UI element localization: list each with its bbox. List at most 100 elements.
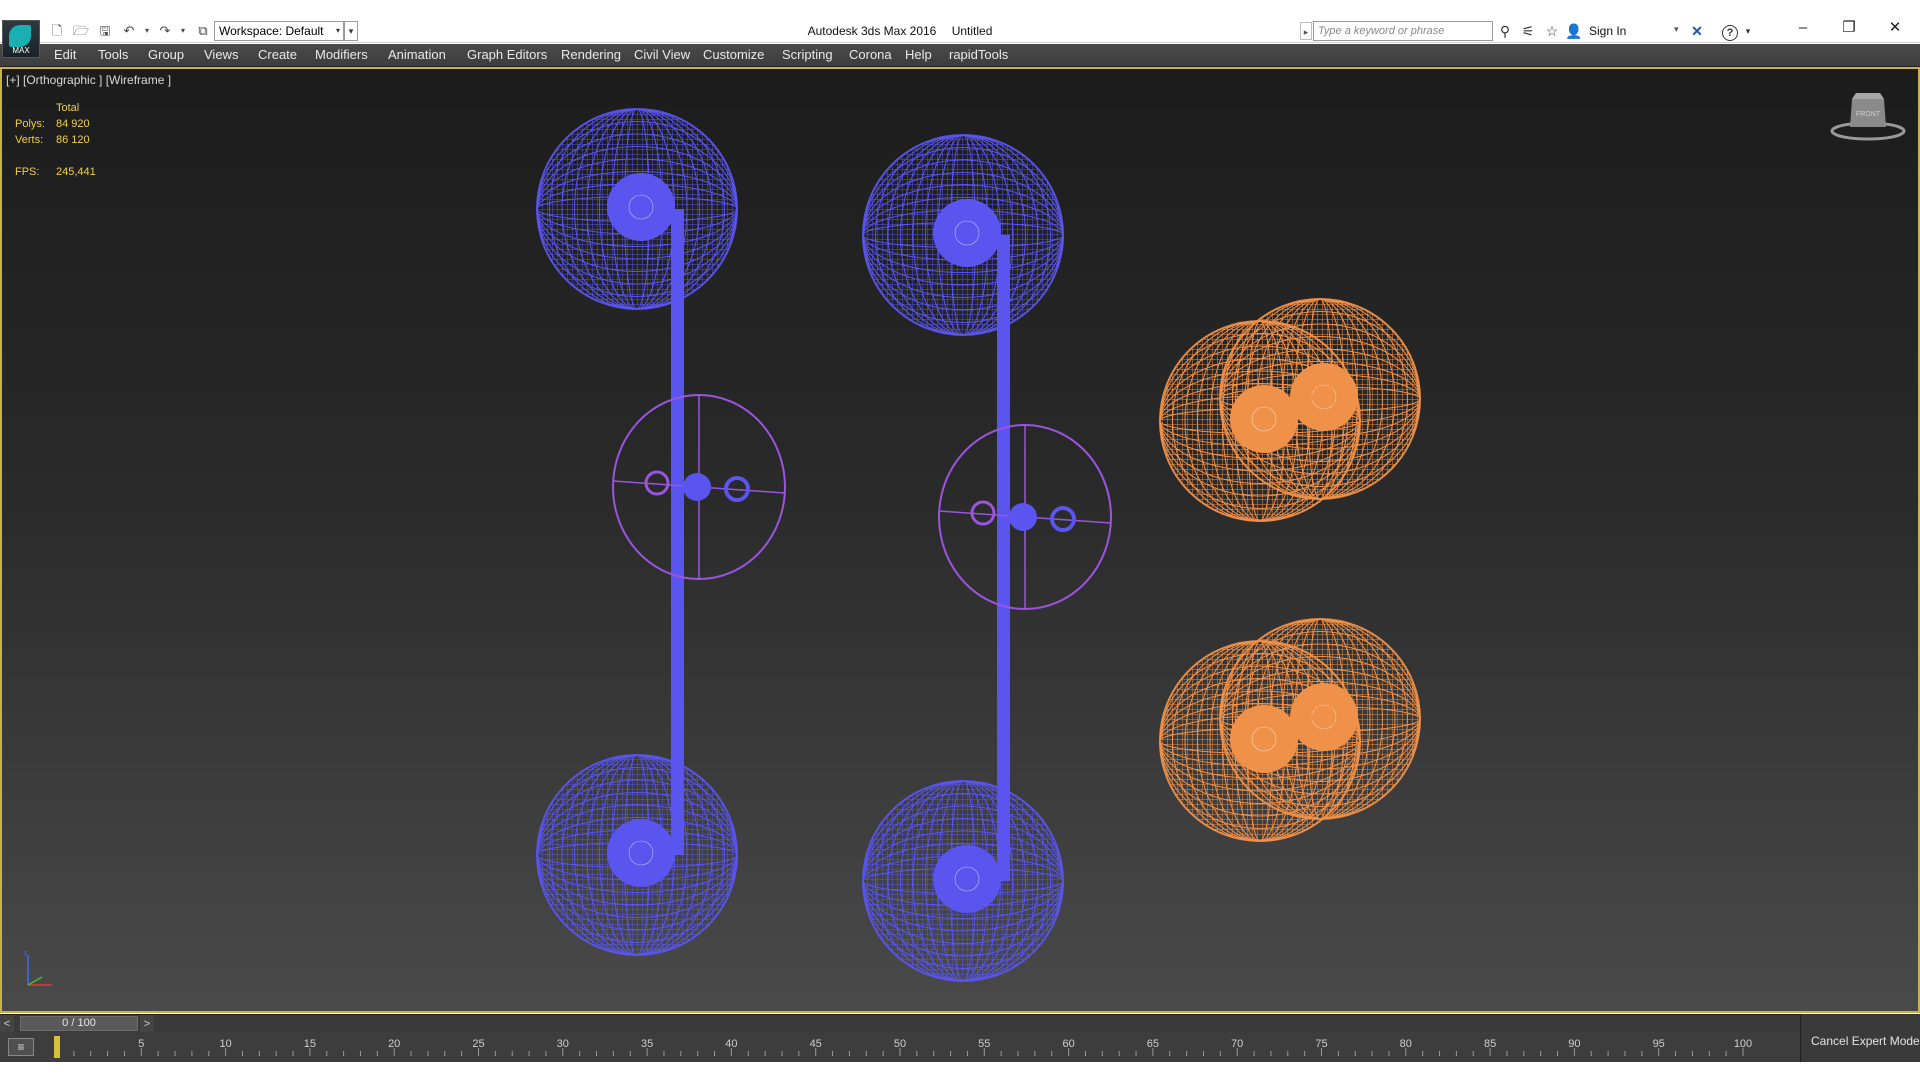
viewcube-face-label: FRONT <box>1856 111 1881 118</box>
frame-tick-label: 80 <box>1400 1038 1412 1050</box>
help-icon-glyph: ? <box>1722 25 1738 41</box>
exchange-x-icon[interactable]: ✕ <box>1687 21 1707 41</box>
restore-button[interactable]: ❐ <box>1826 14 1872 42</box>
stats-fps-label: FPS: <box>15 166 40 178</box>
menu-views[interactable]: Views <box>204 47 238 62</box>
close-button[interactable]: ✕ <box>1872 14 1918 42</box>
frame-tick-label: 100 <box>1734 1038 1752 1050</box>
save-icon[interactable]: 🖫 <box>96 22 114 40</box>
viewport-label-menu[interactable]: [+] [Orthographic ] [Wireframe ] <box>6 73 171 87</box>
stats-polys-value: 84 920 <box>56 118 90 130</box>
orthographic-viewport[interactable]: [+] [Orthographic ] [Wireframe ] Total P… <box>0 67 1920 1013</box>
search-input[interactable]: Type a keyword or phrase <box>1313 21 1493 41</box>
binoculars-icon[interactable]: ⚲ <box>1495 21 1515 41</box>
undo-dropdown-icon[interactable]: ▾ <box>138 22 156 40</box>
logo-label: MAX <box>12 46 30 55</box>
frame-tick-label: 95 <box>1653 1038 1665 1050</box>
favorites-star-icon[interactable]: ☆ <box>1542 21 1562 41</box>
frame-tick-label: 15 <box>304 1038 316 1050</box>
menu-help[interactable]: Help <box>905 47 932 62</box>
minimize-button[interactable]: – <box>1780 14 1826 42</box>
frame-tick-label: 65 <box>1147 1038 1159 1050</box>
frame-tick-label: 60 <box>1062 1038 1074 1050</box>
scene-wireframe[interactable] <box>2 69 1918 1011</box>
comm-center-icon[interactable]: ⚟ <box>1518 21 1538 41</box>
max-logo-icon <box>9 25 31 47</box>
menu-bar: Edit Tools Group Views Create Modifiers … <box>0 44 1920 67</box>
track-bar-ruler[interactable]: 0510152025303540455055606570758085909510… <box>0 1032 1800 1062</box>
blue-sphere-top-2[interactable] <box>862 134 1064 336</box>
window-title: Autodesk 3ds Max 2016 Untitled <box>700 24 1100 38</box>
menu-group[interactable]: Group <box>148 47 184 62</box>
undo-icon[interactable]: ↶ <box>120 22 138 40</box>
stats-verts-value: 86 120 <box>56 134 90 146</box>
menu-edit[interactable]: Edit <box>54 47 76 62</box>
stats-total-label: Total <box>56 102 80 114</box>
open-folder-icon[interactable]: 🗁 <box>72 22 90 40</box>
document-title: Untitled <box>951 24 993 38</box>
help-dropdown-icon[interactable]: ▾ <box>1738 21 1758 41</box>
menu-graph-editors[interactable]: Graph Editors <box>467 47 547 62</box>
frame-tick-label: 85 <box>1484 1038 1496 1050</box>
stats-polys-label: Polys: <box>15 118 45 130</box>
menu-rapidtools[interactable]: rapidTools <box>949 47 1008 62</box>
stats-fps-value: 245,441 <box>56 166 96 178</box>
expert-mode-panel: Cancel Expert Mode <box>1800 1014 1920 1062</box>
frame-tick-label: 30 <box>557 1038 569 1050</box>
help-icon[interactable]: ? <box>1720 21 1740 41</box>
next-frame-button[interactable]: > <box>140 1015 154 1033</box>
redo-dropdown-icon[interactable]: ▾ <box>174 22 192 40</box>
status-strip <box>0 1062 1920 1080</box>
menu-customize[interactable]: Customize <box>703 47 764 62</box>
frame-tick-label: 55 <box>978 1038 990 1050</box>
frame-tick-label: 75 <box>1315 1038 1327 1050</box>
sign-in-dropdown-icon[interactable]: ▾ <box>1674 24 1679 35</box>
frame-tick-label: 50 <box>894 1038 906 1050</box>
menu-rendering[interactable]: Rendering <box>561 47 621 62</box>
menu-create[interactable]: Create <box>258 47 297 62</box>
blue-sphere-top-1[interactable] <box>536 108 738 310</box>
workspace-dropdown[interactable]: Workspace: Default ▾ <box>214 21 344 41</box>
blue-sphere-bottom-2[interactable] <box>862 780 1064 982</box>
new-file-icon[interactable]: 🗋 <box>48 22 66 40</box>
hub-1[interactable] <box>683 473 711 501</box>
frame-tick-label: 5 <box>138 1038 144 1050</box>
sign-in-link[interactable]: Sign In <box>1589 24 1626 38</box>
time-slider-thumb[interactable]: 0 / 100 <box>20 1016 138 1031</box>
hub-2[interactable] <box>1009 503 1037 531</box>
menu-scripting[interactable]: Scripting <box>782 47 833 62</box>
curve-editor-toggle-icon[interactable]: ≡ <box>8 1038 34 1056</box>
prev-frame-button[interactable]: < <box>0 1015 14 1033</box>
frame-tick-label: 90 <box>1568 1038 1580 1050</box>
menu-tools[interactable]: Tools <box>98 47 128 62</box>
app-title: Autodesk 3ds Max 2016 <box>807 24 937 38</box>
orange-sphere-front-1[interactable] <box>1159 320 1361 522</box>
frame-tick-label: 70 <box>1231 1038 1243 1050</box>
time-slider[interactable]: < 0 / 100 > <box>0 1014 1800 1033</box>
frame-tick-label: 10 <box>219 1038 231 1050</box>
title-bar: MAX 🗋 🗁 🖫 ↶ ▾ ↷ ▾ ⧉ Workspace: Default ▾… <box>0 0 1920 58</box>
axis-tripod-icon: z <box>24 950 52 986</box>
menu-modifiers[interactable]: Modifiers <box>315 47 368 62</box>
menu-animation[interactable]: Animation <box>388 47 446 62</box>
search-expand-icon[interactable]: ▸ <box>1300 22 1312 40</box>
current-frame-marker[interactable] <box>54 1036 60 1058</box>
viewcube-icon[interactable]: FRONT <box>1828 87 1908 147</box>
track-bar[interactable]: 0510152025303540455055606570758085909510… <box>0 1032 1800 1062</box>
blue-sphere-bottom-1[interactable] <box>536 754 738 956</box>
chevron-down-icon: ▾ <box>335 26 340 35</box>
lamp-stem-1[interactable] <box>671 209 684 855</box>
project-folder-icon[interactable]: ⧉ <box>194 22 212 40</box>
application-menu-button[interactable]: MAX <box>2 20 40 58</box>
menu-civil-view[interactable]: Civil View <box>634 47 690 62</box>
user-icon: 👤 <box>1565 23 1583 39</box>
workspace-label: Workspace: Default <box>219 24 324 38</box>
orange-sphere-front-2[interactable] <box>1159 640 1361 842</box>
redo-icon[interactable]: ↷ <box>156 22 174 40</box>
cancel-expert-mode-button[interactable]: Cancel Expert Mode <box>1811 1034 1920 1048</box>
menu-corona[interactable]: Corona <box>849 47 892 62</box>
svg-text:z: z <box>24 950 28 957</box>
lamp-stem-2[interactable] <box>997 235 1010 881</box>
customize-toolbar-icon[interactable]: ▾ <box>344 21 358 41</box>
stats-verts-label: Verts: <box>15 134 44 146</box>
